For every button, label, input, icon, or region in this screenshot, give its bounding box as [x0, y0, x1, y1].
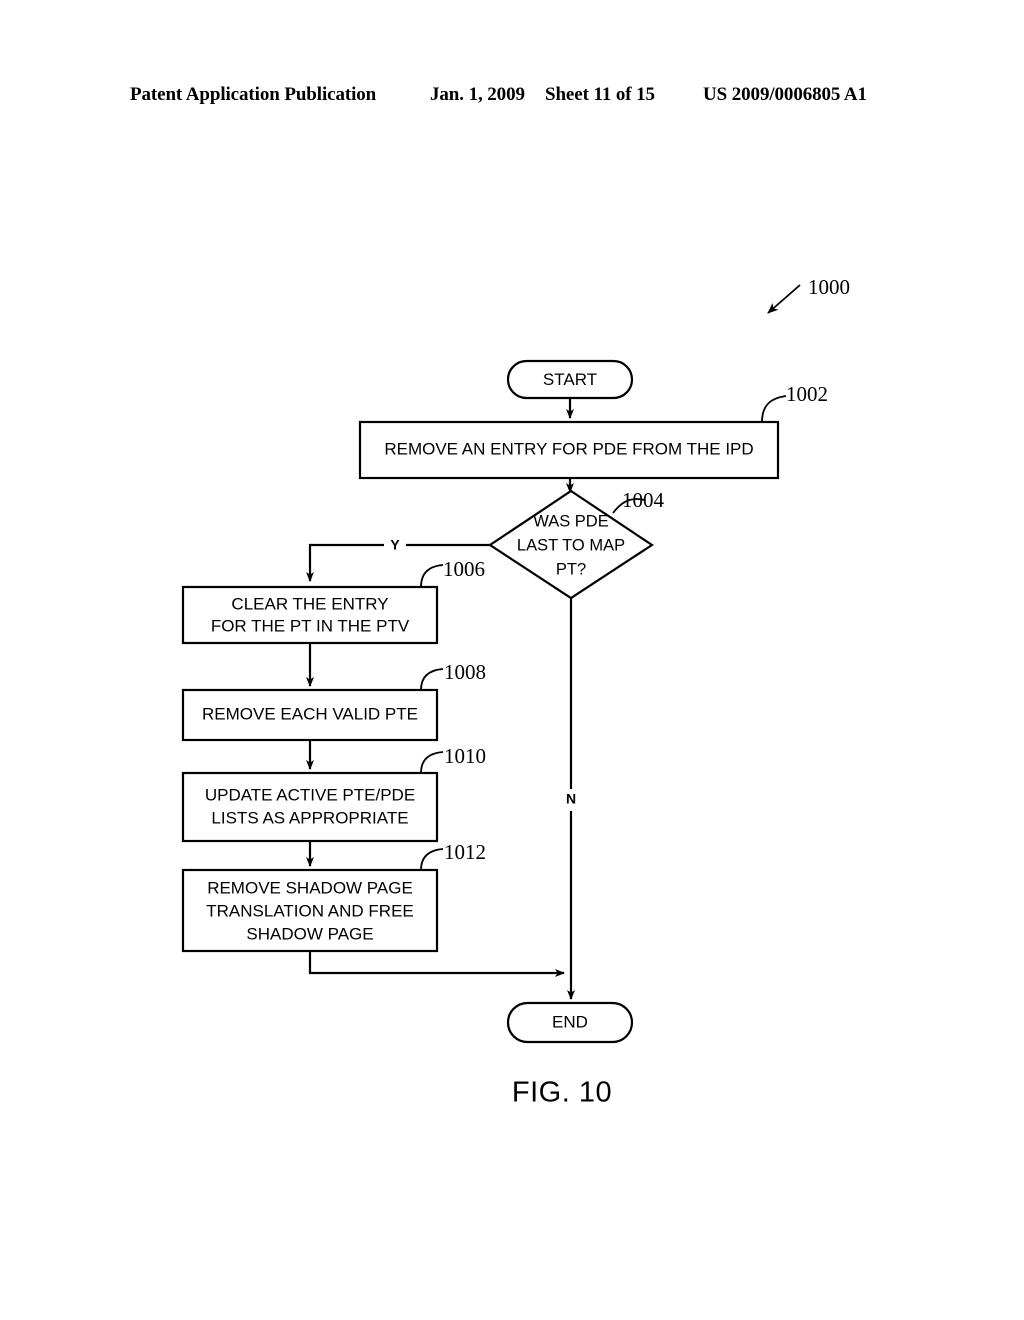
step-1012-line3: SHADOW PAGE [246, 924, 373, 943]
figure-caption: FIG. 10 [512, 1077, 612, 1109]
ref-1004-label: 1004 [622, 488, 665, 512]
ref-1002-leader [761, 395, 787, 423]
step-1002-line1: REMOVE AN ENTRY FOR PDE FROM THE IPD [384, 439, 753, 458]
step-1010-line1: UPDATE ACTIVE PTE/PDE [205, 785, 415, 804]
ref-1000-arrow [767, 284, 801, 314]
ref-1010-label: 1010 [444, 744, 486, 768]
ref-1008-label: 1008 [444, 660, 486, 684]
node-start: START [506, 359, 634, 400]
decision-1004-line2: LAST TO MAP [517, 536, 625, 554]
decision-1004-line3: PT? [556, 560, 586, 578]
diagram-ref-1000: 1000 [767, 275, 850, 314]
patent-page: Patent Application Publication Jan. 1, 2… [0, 0, 1024, 1320]
ref-1010-leader [420, 751, 444, 774]
step-1010-line2: LISTS AS APPROPRIATE [211, 808, 408, 827]
step-1012-line2: TRANSLATION AND FREE [206, 901, 414, 920]
ref-1002-label: 1002 [786, 382, 828, 406]
node-decision-1004: WAS PDE LAST TO MAP PT? 1004 [488, 488, 665, 600]
branch-label-no: N [566, 791, 576, 807]
edge-no-branch: N [561, 598, 582, 1000]
step-1006-line1: CLEAR THE ENTRY [231, 594, 388, 613]
step-1012-line1: REMOVE SHADOW PAGE [207, 878, 413, 897]
edge-1012-to-end-merge [308, 951, 565, 977]
node-end: END [506, 1001, 634, 1044]
step-1010-shape [181, 771, 439, 843]
ref-1012-leader [420, 848, 444, 871]
step-1008-line1: REMOVE EACH VALID PTE [202, 704, 418, 723]
ref-1006-label: 1006 [443, 557, 485, 581]
ref-1008-leader [420, 668, 444, 691]
node-step-1008: REMOVE EACH VALID PTE 1008 [181, 660, 486, 742]
ref-1006-leader [420, 564, 444, 588]
start-label: START [543, 370, 597, 389]
end-label: END [552, 1012, 588, 1031]
decision-1004-line1: WAS PDE [533, 512, 608, 530]
ref-1000-label: 1000 [808, 275, 850, 299]
step-1006-line2: FOR THE PT IN THE PTV [211, 616, 410, 635]
branch-label-yes: Y [390, 537, 400, 553]
flowchart-figure: 1000 START REMOVE AN ENTRY FOR PDE FROM … [181, 275, 850, 1109]
node-step-1006: CLEAR THE ENTRY FOR THE PT IN THE PTV 10… [181, 557, 485, 645]
node-step-1012: REMOVE SHADOW PAGE TRANSLATION AND FREE … [181, 840, 486, 953]
node-step-1010: UPDATE ACTIVE PTE/PDE LISTS AS APPROPRIA… [181, 744, 486, 843]
ref-1012-label: 1012 [444, 840, 486, 864]
